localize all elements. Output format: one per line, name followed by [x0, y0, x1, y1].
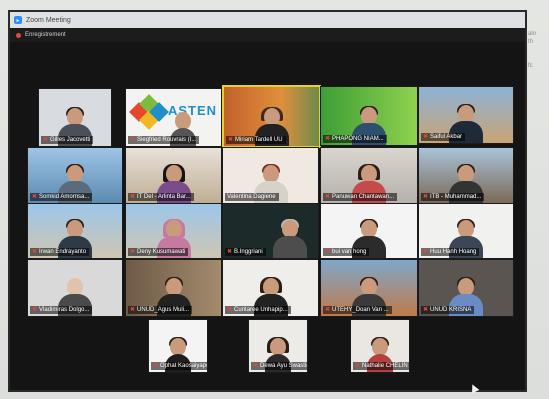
participant-name-label: ✖ Somkid Amornsa... [30, 193, 93, 201]
muted-mic-icon: ✖ [325, 136, 331, 142]
asten-puzzle-logo [129, 94, 169, 130]
meeting-topbar: Enregistrement [10, 28, 525, 42]
participant-tile[interactable]: ✖ Vladimiras Dolgo... [27, 259, 123, 317]
zoom-app-icon: ▸ [14, 16, 22, 24]
participant-tile[interactable]: ✖ UNUD KRISNA [418, 259, 514, 317]
muted-mic-icon: ✖ [423, 249, 429, 255]
window-title: Zoom Meeting [26, 16, 71, 24]
muted-mic-icon: ✖ [32, 307, 38, 313]
participant-tile[interactable]: ASTEN ✖ Siegfried Rouvrais (I... [125, 88, 222, 147]
participant-tile[interactable]: ✖ Panuwan Chantawan... [320, 147, 418, 204]
participant-tile[interactable]: ✖ Huu Hanh Hoang [418, 203, 514, 259]
participant-tile[interactable]: ✖ bui van hong [320, 203, 418, 259]
participant-name-label: ✖ Cuntaree Unhapip... [225, 306, 291, 314]
participant-name-label: ✖ UNUD KRISNA [421, 306, 475, 314]
participant-name-label: ✖ bui van hong [323, 248, 370, 256]
recording-label[interactable]: Enregistrement [25, 32, 66, 38]
muted-mic-icon: ✖ [227, 307, 233, 313]
participant-tile[interactable]: ✖ UNUD_Agus Muli... [125, 259, 222, 317]
muted-mic-icon: ✖ [130, 194, 136, 200]
participant-tile[interactable]: ✖ PHAPONG NIAM... [320, 86, 418, 146]
zoom-window: ▸ Zoom Meeting Enregistrement ✖ Gilles Ja… [10, 12, 525, 390]
participant-name-label: Valentina Dagiene [225, 193, 279, 201]
participant-tile[interactable]: ✖ Deny Kusumawati [125, 203, 222, 259]
participant-tile[interactable]: ✖ Dewa Ayu Swastini [248, 319, 308, 373]
muted-mic-icon: ✖ [130, 307, 136, 313]
muted-mic-icon: ✖ [325, 249, 331, 255]
participant-name-label: ✖ Saiful Akbar [421, 133, 466, 141]
participant-tile-active-speaker[interactable]: ✖ Miriam Tardell UU [222, 85, 321, 148]
muted-mic-icon: ✖ [423, 134, 429, 140]
participant-tile[interactable]: ✖Ophat Kaosaiyapo... [148, 319, 208, 373]
muted-mic-icon: ✖ [32, 194, 38, 200]
muted-mic-icon: ✖ [355, 363, 361, 369]
participant-tile[interactable]: ✖ UTEHY_Doan Van ... [320, 259, 418, 317]
participant-tile[interactable]: ✖ Irwan Endrayanto [27, 203, 123, 259]
participant-name-label: ✖ Irwan Endrayanto [30, 248, 90, 256]
muted-mic-icon: ✖ [227, 249, 233, 255]
participant-tile[interactable]: ✖ Cuntaree Unhapip... [222, 259, 319, 317]
muted-mic-icon: ✖ [325, 307, 331, 313]
muted-mic-icon: ✖ [43, 137, 49, 143]
monitor-frame: ▸ Zoom Meeting Enregistrement ✖ Gilles Ja… [0, 0, 549, 399]
participant-video [272, 219, 307, 258]
recording-icon [16, 32, 21, 38]
participant-tile[interactable]: ✖ B.Inggriani [222, 203, 319, 259]
participant-name-label: ✖ Huu Hanh Hoang [421, 248, 480, 256]
participant-name-label: ✖Ophat Kaosaiyapo... [151, 362, 207, 370]
participant-tile[interactable]: ✖ Somkid Amornsa... [27, 147, 123, 204]
participant-name-label: ✖ Vladimiras Dolgo... [30, 306, 93, 314]
participant-tile[interactable]: ✖ IT Del - Arlinta Bar... [125, 147, 222, 204]
participant-name-label: ✖ Miriam Tardell UU [226, 136, 286, 144]
participant-name-label: ✖ Deny Kusumawati [128, 248, 189, 256]
participant-name-label: ✖ IT Del - Arlinta Bar... [128, 193, 194, 201]
muted-mic-icon: ✖ [153, 363, 159, 369]
participant-name-label: ✖ PHAPONG NIAM... [323, 135, 387, 143]
background-window-text: alo th fc [528, 31, 537, 69]
muted-mic-icon: ✖ [130, 137, 136, 143]
muted-mic-icon: ✖ [423, 307, 429, 313]
muted-mic-icon: ✖ [325, 194, 331, 200]
muted-mic-icon: ✖ [228, 137, 234, 143]
participant-name-label: ✖ Siegfried Rouvrais (I... [128, 136, 200, 144]
participant-tile[interactable]: ✖ Gilles Jacovetti [38, 88, 112, 147]
participant-name-label: ✖ UTEHY_Doan Van ... [323, 306, 392, 314]
participant-name-label: ✖ Dewa Ayu Swastini [251, 362, 308, 370]
participant-name-label: ✖Nathalie CHELIN -... [353, 362, 409, 370]
participant-name-label: ✖ Gilles Jacovetti [41, 136, 94, 144]
participant-name-label: ✖ Panuwan Chantawan... [323, 193, 398, 201]
participant-tile[interactable]: ✖Nathalie CHELIN -... [350, 319, 410, 373]
participant-tile[interactable]: ✖ ITB - Muhammad... [418, 147, 514, 204]
window-titlebar: ▸ Zoom Meeting [10, 12, 525, 28]
participant-name-label: ✖ UNUD_Agus Muli... [128, 306, 193, 314]
muted-mic-icon: ✖ [32, 249, 38, 255]
muted-mic-icon: ✖ [423, 194, 429, 200]
participant-name-label: ✖ ITB - Muhammad... [421, 193, 485, 201]
participant-tile[interactable]: ✖ Saiful Akbar [418, 86, 514, 144]
participant-tile[interactable]: Valentina Dagiene [222, 147, 319, 204]
muted-mic-icon: ✖ [130, 249, 136, 255]
participant-name-label: ✖ B.Inggriani [225, 248, 266, 256]
muted-mic-icon: ✖ [253, 363, 259, 369]
